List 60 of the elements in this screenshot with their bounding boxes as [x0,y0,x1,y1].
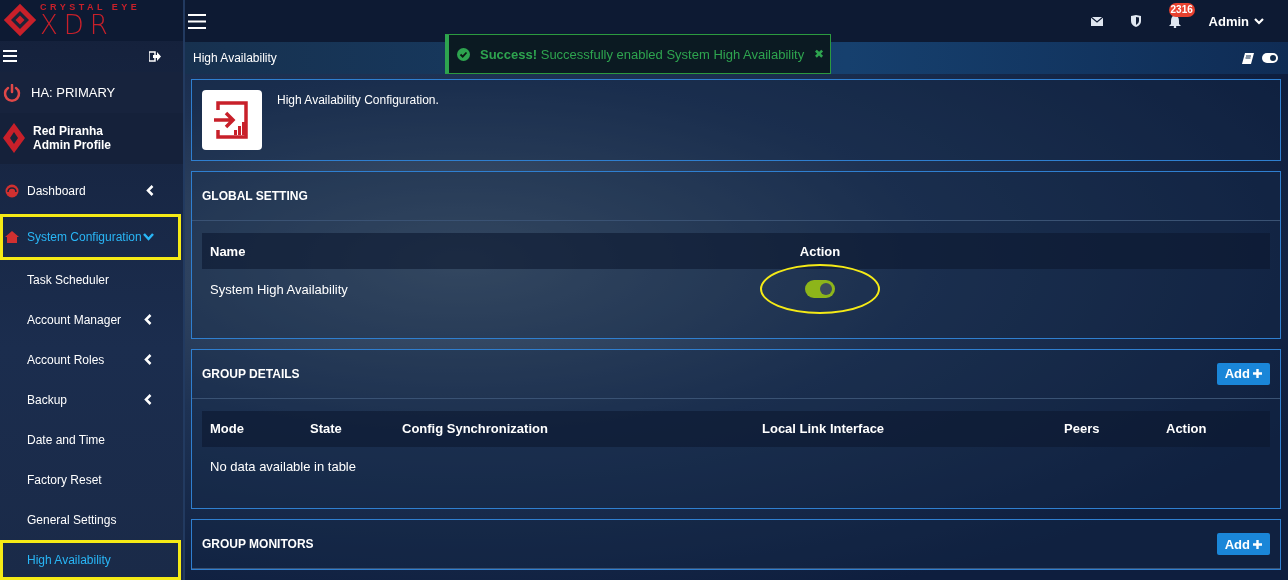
menu-icon[interactable] [3,50,17,63]
logo-icon [2,2,38,39]
ha-status: HA: PRIMARY [31,85,116,101]
nav-item[interactable]: System Configuration [0,214,181,260]
bell-icon[interactable] [1168,14,1181,28]
panel-title: GROUP DETAILS [202,366,300,381]
close-button[interactable]: ✖ [814,47,825,61]
nav-item[interactable]: Account Roles [0,340,181,380]
toast-message: Success! Successfully enabled System High Availability [480,46,805,62]
notification-badge: 2316 [1168,2,1195,17]
column-header: Local Link Interface [762,421,886,437]
chevron-down-icon [1254,17,1264,25]
chevron-left-icon [146,185,154,197]
chevron-left-icon [144,394,152,406]
logout-icon[interactable] [149,50,161,62]
toggle-icon[interactable] [1262,53,1278,63]
book-icon[interactable] [1242,52,1254,64]
nav-item[interactable]: High Availability [0,540,181,580]
add-button[interactable]: Add [1216,533,1270,555]
mail-icon[interactable] [1090,16,1103,26]
plus-icon [1253,539,1262,549]
column-header: Action [798,243,842,259]
column-header: Mode [210,421,245,437]
user-menu[interactable]: Admin [1208,13,1264,29]
menu-icon[interactable] [188,13,206,29]
logo-tagline: CRYSTAL EYE [40,2,141,12]
column-header: Action [1166,421,1207,437]
nav-item[interactable]: Task Scheduler [0,260,181,300]
intro-text: High Availability Configuration. [277,93,439,107]
profile-role: Admin Profile [33,138,111,153]
chevron-left-icon [144,314,152,326]
page-title: High Availability [193,51,277,65]
chevron-down-icon [143,233,154,241]
column-header: Peers [1064,421,1101,437]
profile-name: Red Piranha [33,124,105,139]
profile-logo-icon [3,123,25,154]
column-header: Config Synchronization [402,421,549,437]
shield-icon[interactable] [1130,15,1141,27]
nav-item[interactable]: Account Manager [0,300,181,340]
column-header: State [310,421,343,437]
home-icon [5,231,19,243]
nav-item[interactable]: Factory Reset [0,460,181,500]
column-header: Name [210,243,247,259]
nav-item[interactable]: Date and Time [0,420,181,460]
module-icon [202,90,262,150]
nav-item[interactable]: Backup [0,380,181,420]
gauge-icon [5,184,19,198]
table-cell-text: System High Availability [210,281,349,297]
nav-item[interactable]: Dashboard [0,168,181,214]
nav-item[interactable]: General Settings [0,500,181,540]
panel-title: GROUP MONITORS [202,537,314,551]
check-circle-icon [457,47,470,61]
chevron-left-icon [144,354,152,366]
add-button[interactable]: Add [1216,362,1270,385]
toggle-switch[interactable] [805,280,835,298]
empty-message: No data available in table [210,459,356,475]
logo-wordmark: XDR [40,11,114,38]
plus-icon [1253,369,1262,379]
panel-title: GLOBAL SETTING [202,189,308,203]
power-icon [3,83,21,102]
